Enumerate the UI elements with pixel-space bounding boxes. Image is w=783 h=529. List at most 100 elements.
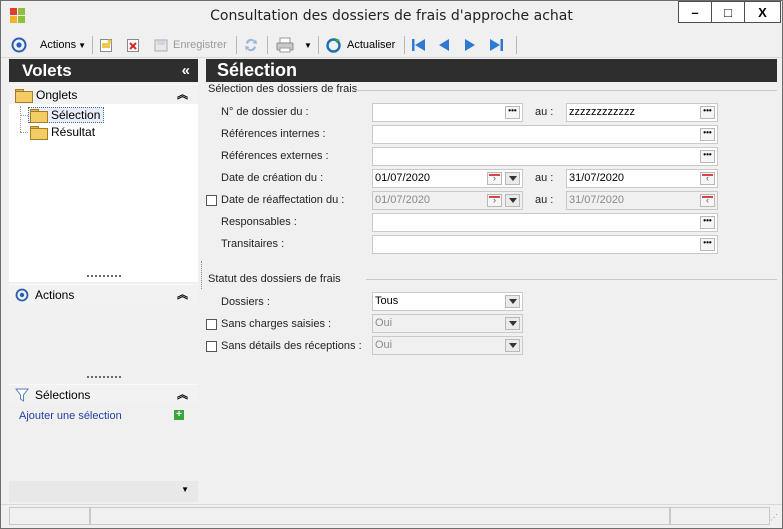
ref-externes-field[interactable]: ••• — [372, 147, 718, 166]
actions-section-header[interactable]: Actions ︽ — [9, 284, 198, 304]
dossiers-value: Tous — [375, 295, 399, 307]
group-divider — [354, 90, 777, 91]
ref-externes-label: Références externes : — [221, 150, 329, 162]
status-cell — [670, 507, 770, 525]
collapse-chevron-icon[interactable]: ︽ — [177, 386, 188, 402]
save-icon — [154, 39, 168, 51]
group-divider — [366, 279, 777, 280]
left-panel: Volets « Onglets ︽ Sélection Résultat Ac… — [9, 59, 198, 502]
reaffectation-date-label: Date de réaffectation du : — [221, 194, 345, 206]
responsables-field[interactable]: ••• — [372, 213, 718, 232]
creation-to-field[interactable]: 31/07/2020 ‹ — [566, 169, 718, 188]
onglets-section-header[interactable]: Onglets ︽ — [9, 84, 198, 104]
responsables-label: Responsables : — [221, 216, 297, 228]
ref-internes-field[interactable]: ••• — [372, 125, 718, 144]
next-record-icon[interactable] — [463, 36, 477, 54]
dropdown-arrow-icon[interactable] — [505, 339, 520, 352]
title-bar: Consultation des dossiers de frais d'app… — [1, 1, 782, 32]
application-window: Consultation des dossiers de frais d'app… — [0, 0, 783, 529]
reaffectation-from-value: 01/07/2020 — [375, 194, 431, 206]
calendar-back-icon[interactable]: ‹ — [700, 194, 715, 207]
target-icon — [15, 288, 29, 301]
browse-ellipsis-icon[interactable]: ••• — [700, 238, 715, 251]
reaffectation-to-field[interactable]: 31/07/2020 ‹ — [566, 191, 718, 210]
browse-ellipsis-icon[interactable]: ••• — [700, 216, 715, 229]
creation-from-field[interactable]: 01/07/2020 › — [372, 169, 523, 188]
folder-icon — [15, 88, 33, 103]
dossier-to-field[interactable]: zzzzzzzzzzzz ••• — [566, 103, 718, 122]
sans-charges-checkbox[interactable] — [206, 319, 217, 330]
browse-ellipsis-icon[interactable]: ••• — [700, 106, 715, 119]
folder-icon — [30, 126, 48, 140]
volets-title: Volets — [22, 61, 72, 80]
sans-details-value: Oui — [375, 339, 393, 351]
collapse-panel-icon[interactable]: « — [182, 62, 190, 79]
sans-details-checkbox[interactable] — [206, 341, 217, 352]
selections-section-header[interactable]: Sélections ︽ — [9, 384, 198, 404]
save-button[interactable]: Enregistrer — [153, 36, 227, 54]
status-bar: ⋰ — [1, 504, 782, 528]
resize-grip-icon[interactable]: ⋰ — [770, 513, 778, 522]
sans-details-select[interactable]: Oui — [372, 336, 523, 355]
dropdown-arrow-icon[interactable] — [505, 194, 520, 207]
sync-icon[interactable] — [243, 36, 259, 54]
reaffectation-checkbox[interactable] — [206, 195, 217, 206]
sans-charges-value: Oui — [375, 317, 393, 329]
actions-section-label: Actions — [35, 287, 75, 302]
browse-ellipsis-icon[interactable]: ••• — [505, 106, 520, 119]
selections-body: Ajouter une sélection + — [9, 404, 198, 480]
refresh-label: Actualiser — [347, 39, 396, 51]
collapse-chevron-icon[interactable]: ︽ — [177, 86, 188, 102]
selections-section-label: Sélections — [35, 387, 91, 402]
add-plus-icon[interactable]: + — [174, 410, 184, 420]
sans-charges-select[interactable]: Oui — [372, 314, 523, 333]
calendar-back-icon[interactable]: ‹ — [700, 172, 715, 185]
browse-ellipsis-icon[interactable]: ••• — [700, 150, 715, 163]
tree-item-resultat[interactable]: Résultat — [30, 125, 96, 140]
ref-internes-label: Références internes : — [221, 128, 326, 140]
volets-header: Volets « — [9, 59, 198, 82]
au-label: au : — [535, 172, 554, 184]
actions-menu-label: Actions — [40, 39, 77, 51]
transitaires-field[interactable]: ••• — [372, 235, 718, 254]
new-document-icon[interactable] — [99, 36, 113, 54]
splitter-grip[interactable] — [87, 275, 121, 278]
onglets-tree: Sélection Résultat — [9, 104, 198, 282]
sans-charges-label: Sans charges saisies : — [221, 318, 332, 330]
dossiers-select[interactable]: Tous — [372, 292, 523, 311]
vertical-splitter[interactable] — [201, 261, 202, 289]
close-button[interactable]: X — [744, 1, 781, 23]
refresh-icon — [326, 37, 341, 53]
actions-menu-button[interactable]: Actions ▼ — [40, 36, 86, 54]
calendar-forward-icon[interactable]: › — [487, 172, 502, 185]
tree-item-selection[interactable]: Sélection — [28, 107, 105, 123]
sans-details-label: Sans détails des réceptions : — [221, 340, 362, 352]
collapse-chevron-icon[interactable]: ︽ — [177, 286, 188, 302]
previous-record-icon[interactable] — [437, 36, 451, 54]
target-icon[interactable] — [11, 36, 27, 54]
chevron-down-icon[interactable]: ▼ — [181, 485, 189, 494]
splitter-grip[interactable] — [87, 376, 121, 379]
print-menu-button[interactable]: ▼ — [276, 36, 312, 54]
reaffectation-from-field[interactable]: 01/07/2020 › — [372, 191, 523, 210]
first-record-icon[interactable] — [411, 36, 427, 54]
folder-open-icon — [30, 109, 48, 123]
dropdown-arrow-icon[interactable] — [505, 295, 520, 308]
dropdown-arrow-icon[interactable] — [505, 172, 520, 185]
transitaires-label: Transitaires : — [221, 238, 285, 250]
browse-ellipsis-icon[interactable]: ••• — [700, 128, 715, 141]
minimize-button[interactable]: – — [678, 1, 712, 23]
add-selection-link[interactable]: Ajouter une sélection — [19, 410, 122, 422]
last-record-icon[interactable] — [488, 36, 504, 54]
dossier-from-field[interactable]: ••• — [372, 103, 523, 122]
delete-icon[interactable] — [126, 36, 140, 54]
dropdown-arrow-icon[interactable] — [505, 317, 520, 330]
dossier-label: N° de dossier du : — [221, 106, 309, 118]
group-title-statut: Statut des dossiers de frais — [208, 273, 341, 285]
maximize-button[interactable]: □ — [711, 1, 745, 23]
dossier-to-value: zzzzzzzzzzzz — [569, 106, 635, 118]
dropdown-arrow-icon: ▼ — [78, 40, 86, 50]
tree-item-label: Résultat — [51, 125, 96, 139]
calendar-forward-icon[interactable]: › — [487, 194, 502, 207]
refresh-button[interactable]: Actualiser — [325, 36, 395, 54]
